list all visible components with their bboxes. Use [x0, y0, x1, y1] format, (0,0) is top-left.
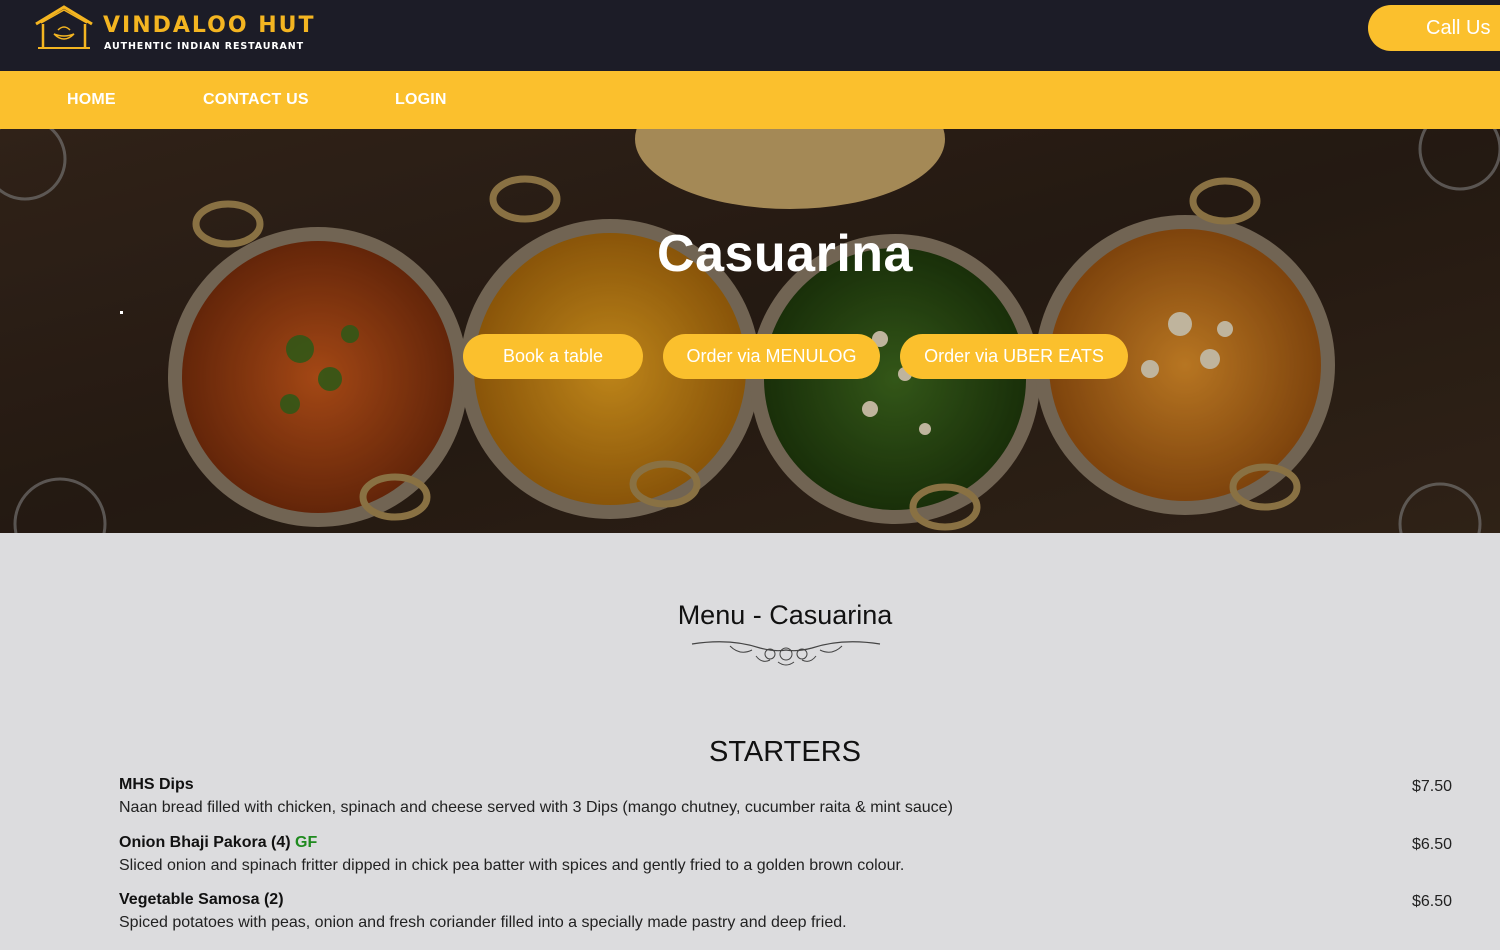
hut-logo-icon: [35, 5, 93, 49]
hero-banner: Casuarina Book a table Order via MENULOG…: [0, 129, 1500, 533]
gluten-free-badge: GF: [295, 834, 318, 851]
menu-item-name: Vegetable Samosa (2): [119, 891, 284, 909]
menu-item-title: Vegetable Samosa (2): [119, 891, 284, 908]
hero-title: Casuarina: [657, 225, 913, 283]
menu-item-description: Spiced potatoes with peas, onion and fre…: [119, 914, 847, 931]
hero-food-image: [0, 129, 1500, 533]
call-us-button[interactable]: Call Us: [1368, 5, 1500, 51]
menu-item-description: Naan bread filled with chicken, spinach …: [119, 799, 953, 816]
menu-item-price: $6.50: [1411, 893, 1452, 910]
menu-title: Menu - Casuarina: [677, 600, 893, 630]
menu-item-description: Sliced onion and spinach fritter dipped …: [119, 857, 905, 874]
nav-item-contact-us[interactable]: CONTACT US: [203, 91, 309, 109]
top-header: VINDALOO HUT AUTHENTIC INDIAN RESTAURANT…: [0, 0, 1500, 71]
menu-item-title: Onion Bhaji Pakora (4): [119, 834, 291, 851]
order-ubereats-button[interactable]: Order via UBER EATS: [900, 334, 1128, 379]
order-menulog-button[interactable]: Order via MENULOG: [663, 334, 880, 379]
menu-item-name: Onion Bhaji Pakora (4) GF: [119, 834, 317, 852]
hero-dot: [120, 311, 123, 314]
brand-name: VINDALOO HUT: [103, 13, 316, 38]
brand-tagline: AUTHENTIC INDIAN RESTAURANT: [104, 41, 305, 52]
menu-item-name: MHS Dips: [119, 776, 194, 794]
menu-item-price: $6.50: [1411, 836, 1452, 853]
nav-item-login[interactable]: LOGIN: [395, 91, 447, 109]
main-nav: HOME CONTACT US LOGIN: [0, 71, 1500, 129]
menu-item-price: $7.50: [1411, 778, 1452, 795]
section-title-starters: STARTERS: [708, 736, 861, 768]
flourish-divider-icon: [691, 641, 881, 666]
nav-item-home[interactable]: HOME: [67, 91, 116, 109]
logo[interactable]: VINDALOO HUT AUTHENTIC INDIAN RESTAURANT: [34, 4, 314, 54]
menu-item-title: MHS Dips: [119, 776, 194, 793]
book-table-button[interactable]: Book a table: [463, 334, 643, 379]
